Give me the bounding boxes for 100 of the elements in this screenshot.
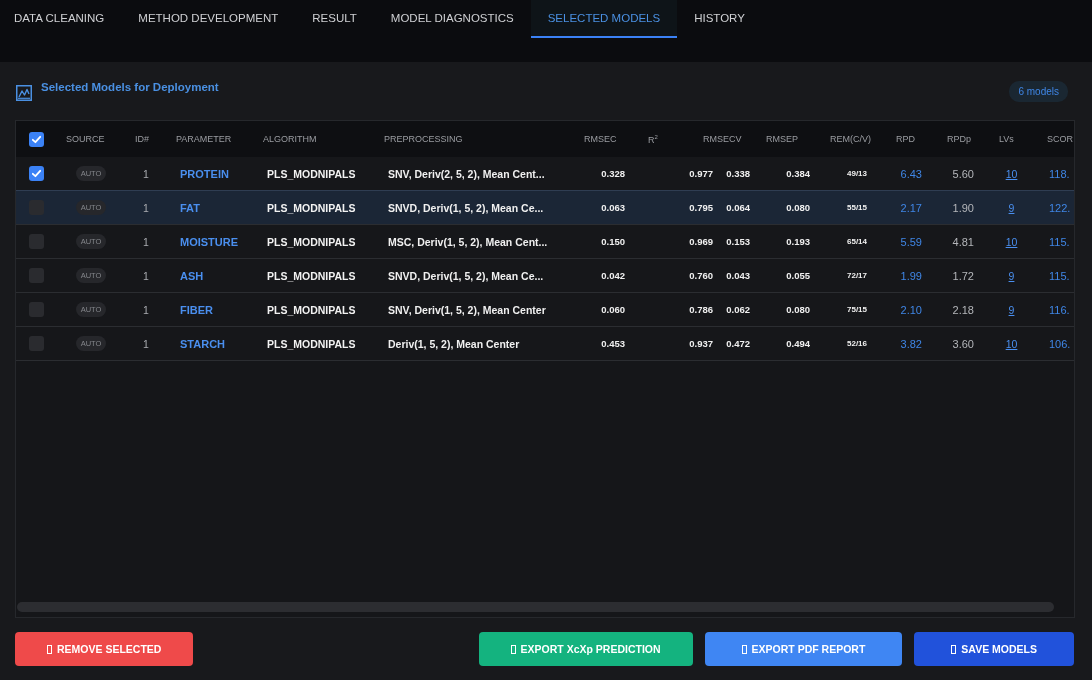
- rectangle-icon: [741, 644, 747, 654]
- parameter-name: FIBER: [180, 303, 213, 316]
- rmsep-value: 0.193: [786, 236, 810, 247]
- rpdp-value: 1.72: [952, 269, 974, 282]
- rmsec-value: 0.328: [601, 168, 625, 179]
- algorithm-name: PLS_MODNIPALS: [267, 303, 356, 316]
- score-value: 122.: [1049, 201, 1071, 214]
- chart-icon: [16, 85, 32, 101]
- score-value: 115.: [1049, 235, 1070, 248]
- rmsecv-value: 0.338: [726, 168, 750, 179]
- column-header: R$^{2}$: [648, 134, 658, 145]
- rpdp-value: 2.18: [952, 303, 974, 316]
- lvs-link[interactable]: 9: [1008, 201, 1015, 214]
- algorithm-name: PLS_MODNIPALS: [267, 167, 356, 180]
- rpd-value: 1.99: [900, 269, 922, 282]
- id-text: 1: [143, 235, 149, 248]
- score-value: 116.: [1049, 303, 1070, 316]
- rem-value: 49/13: [847, 169, 867, 178]
- column-header: PREPROCESSING: [384, 134, 463, 144]
- column-header: RMSECV: [703, 134, 742, 144]
- rpdp-value: 5.60: [952, 167, 974, 180]
- parameter-name: STARCH: [180, 337, 225, 350]
- tab[interactable]: RESULT: [295, 0, 374, 38]
- algorithm-name: PLS_MODNIPALS: [267, 337, 356, 350]
- model-count-badge: 6 models: [1009, 80, 1068, 102]
- preprocessing-text: SNV, Deriv(2, 5, 2), Mean Cent...: [388, 167, 545, 180]
- column-header: RPDp: [947, 134, 971, 144]
- column-header: SOURCE: [66, 134, 105, 144]
- column-header: REM(C/V): [830, 134, 871, 144]
- score-value: 118.: [1049, 167, 1070, 180]
- panel-title: Selected Models for Deployment: [41, 81, 219, 93]
- rmsec-value: 0.063: [601, 202, 625, 213]
- rem-value: 65/14: [847, 237, 867, 246]
- rectangle-icon: [510, 644, 516, 654]
- checkbox[interactable]: [28, 131, 44, 147]
- rmsecv-value: 0.064: [726, 202, 750, 213]
- rmsec-value: 0.453: [601, 338, 625, 349]
- horizontal-scrollbar[interactable]: [17, 602, 1054, 612]
- tab[interactable]: HISTORY: [677, 0, 762, 38]
- parameter-name: ASH: [180, 269, 204, 282]
- rectangle-icon: [47, 644, 52, 654]
- algorithm-name: PLS_MODNIPALS: [267, 201, 356, 214]
- preprocessing-text: SNVD, Deriv(1, 5, 2), Mean Ce...: [388, 269, 544, 282]
- rem-value: 52/16: [847, 339, 867, 348]
- tab[interactable]: MODEL DIAGNOSTICS: [373, 0, 531, 38]
- id-text: 1: [143, 303, 149, 316]
- column-header: PARAMETER: [176, 134, 232, 144]
- rmsecv-value: 0.472: [726, 338, 750, 349]
- rem-value: 75/15: [847, 305, 867, 314]
- rmsec-value: 0.060: [601, 304, 625, 315]
- checkbox[interactable]: [28, 166, 44, 181]
- lvs-link[interactable]: 9: [1008, 269, 1015, 282]
- score-value: 106.: [1049, 337, 1071, 350]
- action-button[interactable]: REMOVE SELECTED: [15, 632, 194, 666]
- r2-value: 0.786: [689, 304, 713, 315]
- rmsep-value: 0.055: [786, 270, 810, 281]
- rpdp-value: 1.90: [952, 201, 974, 214]
- id-text: 1: [143, 269, 149, 282]
- tab[interactable]: SELECTED MODELS: [530, 0, 678, 38]
- rmsep-value: 0.080: [786, 304, 810, 315]
- rpdp-value: 3.60: [952, 337, 974, 350]
- rem-value: 55/15: [847, 203, 867, 212]
- preprocessing-text: SNVD, Deriv(1, 5, 2), Mean Ce...: [388, 201, 544, 214]
- preprocessing-text: Deriv(1, 5, 2), Mean Center: [388, 337, 520, 350]
- lvs-link[interactable]: 9: [1008, 303, 1015, 316]
- rpd-value: 6.43: [900, 167, 922, 180]
- parameter-name: MOISTURE: [180, 235, 239, 248]
- algorithm-name: PLS_MODNIPALS: [267, 269, 356, 282]
- algorithm-name: PLS_MODNIPALS: [267, 235, 356, 248]
- rmsecv-value: 0.043: [726, 270, 750, 281]
- action-button[interactable]: EXPORT PDF REPORT: [704, 632, 903, 666]
- rpd-value: 3.82: [900, 337, 922, 350]
- rmsep-value: 0.080: [786, 202, 810, 213]
- r2-value: 0.795: [689, 202, 713, 213]
- id-text: 1: [143, 167, 149, 180]
- column-header: SCOR: [1047, 134, 1073, 144]
- rmsecv-value: 0.153: [726, 236, 750, 247]
- rmsep-value: 0.384: [786, 168, 810, 179]
- lvs-link[interactable]: 10: [1005, 235, 1018, 248]
- rmsep-value: 0.494: [786, 338, 810, 349]
- r2-value: 0.760: [689, 270, 713, 281]
- column-header: ALGORITHM: [263, 134, 317, 144]
- r2-value: 0.977: [689, 168, 713, 179]
- lvs-link[interactable]: 10: [1005, 167, 1018, 180]
- rmsec-value: 0.042: [601, 270, 625, 281]
- id-text: 1: [143, 201, 149, 214]
- rmsec-value: 0.150: [601, 236, 625, 247]
- r2-value: 0.969: [689, 236, 713, 247]
- rem-value: 72/17: [847, 271, 867, 280]
- parameter-name: FAT: [180, 201, 200, 214]
- parameter-name: PROTEIN: [180, 167, 229, 180]
- column-header: LVs: [999, 134, 1014, 144]
- rpd-value: 5.59: [900, 235, 922, 248]
- tab[interactable]: DATA CLEANING: [0, 0, 122, 38]
- rpd-value: 2.17: [900, 201, 922, 214]
- tab[interactable]: METHOD DEVELOPMENT: [121, 0, 296, 38]
- rpd-value: 2.10: [900, 303, 922, 316]
- lvs-link[interactable]: 10: [1005, 337, 1018, 350]
- action-button[interactable]: SAVE MODELS: [914, 632, 1074, 666]
- column-header: RMSEC: [584, 134, 617, 144]
